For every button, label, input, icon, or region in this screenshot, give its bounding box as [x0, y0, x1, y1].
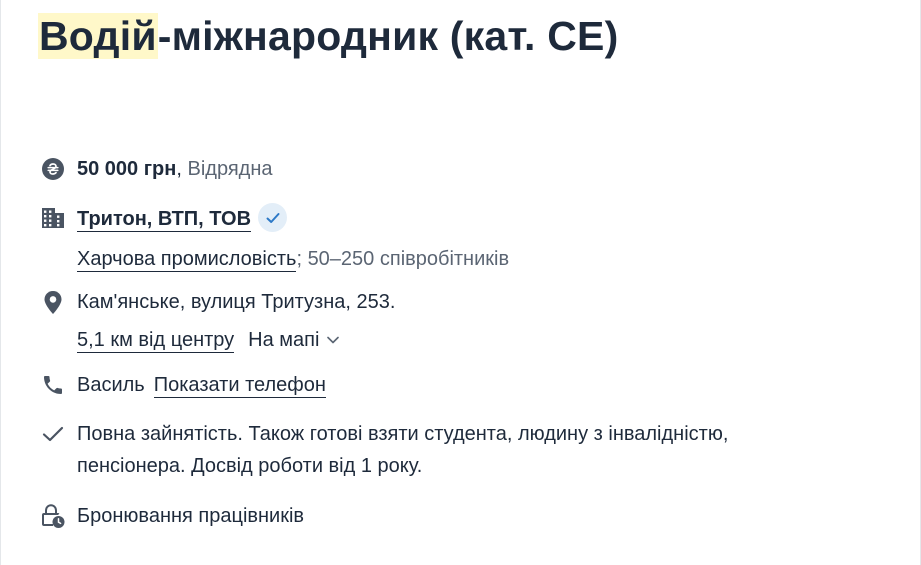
location-row: Кам'янське, вулиця Тритузна, 253. 5,1 км… [40, 289, 901, 353]
job-title-rest: -міжнародник (кат. CE) [157, 13, 619, 59]
map-toggle-label: На мапі [248, 329, 320, 351]
job-title: Водій-міжнародник (кат. CE) [38, 8, 638, 65]
building-icon [40, 205, 66, 231]
company-name-link[interactable]: Тритон, ВТП, ТОВ [77, 207, 252, 232]
company-separator: ; [296, 248, 302, 270]
contact-row: Василь Показати телефон [40, 372, 901, 398]
job-title-highlight: Водій [38, 13, 158, 59]
conditions-line-1: Повна зайнятість. Також готові взяти сту… [77, 423, 729, 445]
salary-separator: , [176, 158, 182, 180]
map-pin-icon [40, 289, 66, 315]
hryvnia-currency-icon [40, 156, 66, 182]
card-left-border [0, 0, 1, 565]
company-size: 50–250 співробітників [307, 248, 510, 270]
lock-clock-icon [40, 503, 66, 529]
check-icon [266, 212, 280, 223]
checkmark-icon [40, 421, 66, 447]
salary-amount: 50 000 грн [77, 158, 177, 180]
verified-badge [258, 203, 288, 232]
salary-note: Відрядна [187, 158, 273, 180]
reservation-label: Бронювання працівників [77, 505, 305, 527]
show-on-map-toggle[interactable]: На мапі [248, 327, 340, 353]
conditions-row: Повна зайнятість. Також готові взяти сту… [40, 421, 901, 479]
chevron-down-icon [327, 336, 340, 344]
company-row: Тритон, ВТП, ТОВ Харчова промисловість; … [40, 203, 901, 272]
location-address: Кам'янське, вулиця Тритузна, 253. [77, 291, 396, 313]
company-industry-link[interactable]: Харчова промисловість [77, 248, 297, 272]
reservation-row: Бронювання працівників [40, 503, 901, 529]
phone-icon [40, 372, 66, 398]
distance-link[interactable]: 5,1 км від центру [77, 329, 235, 353]
salary-row: 50 000 грн, Відрядна [40, 156, 901, 182]
show-phone-link[interactable]: Показати телефон [153, 374, 326, 398]
conditions-line-2: пенсіонера. Досвід роботи від 1 року. [77, 455, 423, 477]
contact-name: Василь [77, 374, 145, 396]
